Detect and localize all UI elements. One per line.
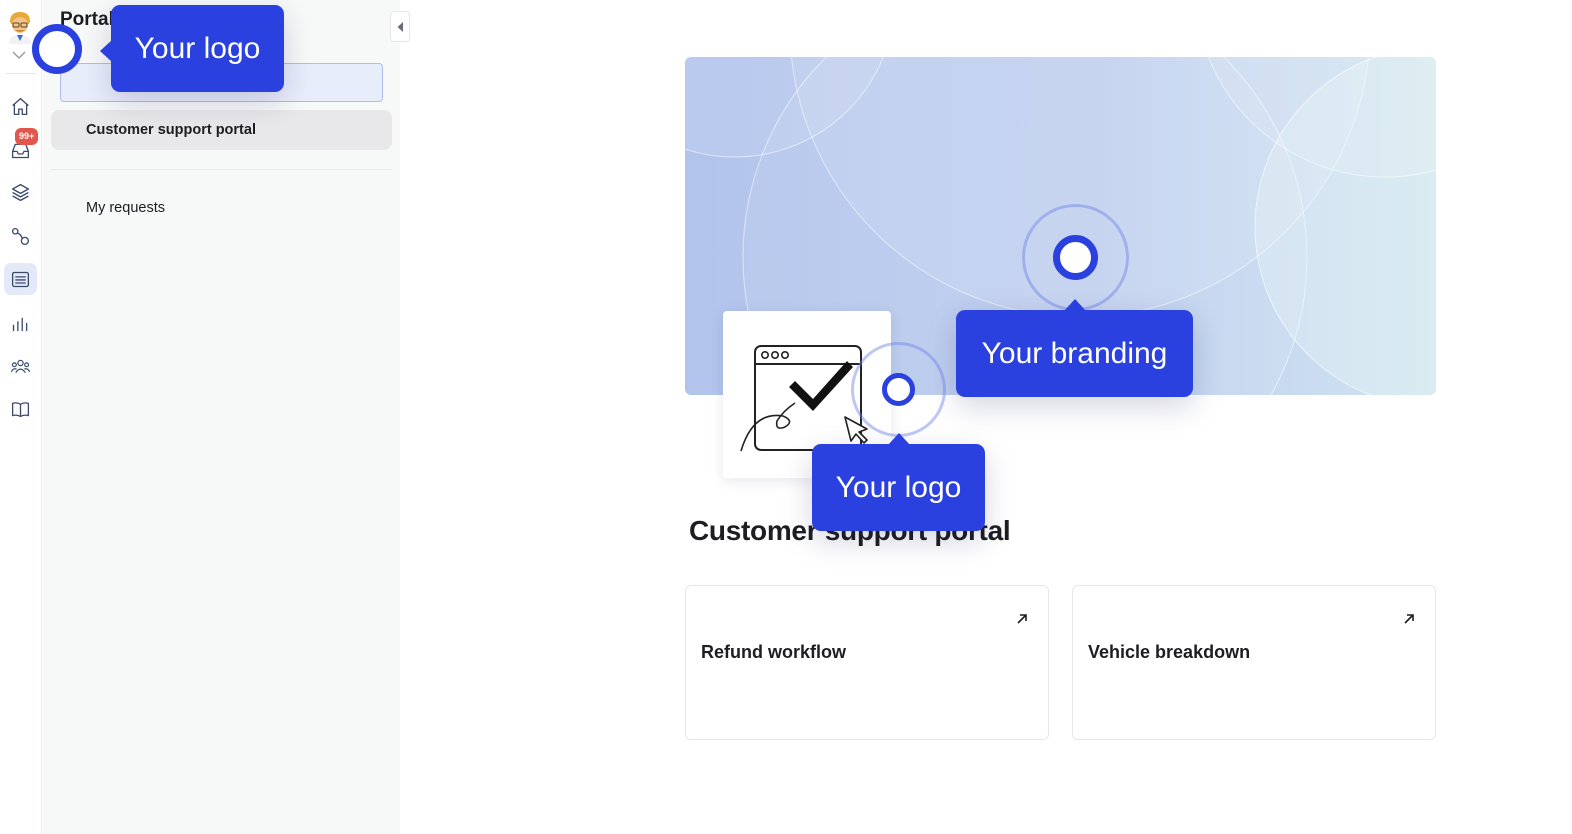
portal-panel: Portal Customer support portal My reques… xyxy=(43,0,400,834)
onboarding-tooltip-logo[interactable]: Your logo xyxy=(100,5,284,92)
home-icon xyxy=(12,97,29,115)
arrow-up-right-icon xyxy=(1017,614,1027,624)
card-title: Refund workflow xyxy=(701,642,846,662)
panel-item-label: Customer support portal xyxy=(86,122,256,138)
rail-item-docs[interactable] xyxy=(4,393,37,425)
rail-item-team[interactable] xyxy=(4,350,37,382)
user-avatar[interactable] xyxy=(6,10,34,44)
onboarding-tooltip-branding[interactable]: Your branding xyxy=(956,299,1193,397)
card-title: Vehicle breakdown xyxy=(1088,642,1251,662)
chart-icon xyxy=(12,317,28,331)
branding-hotspot[interactable] xyxy=(1022,204,1129,311)
request-type-card[interactable]: Vehicle breakdown xyxy=(1072,585,1436,740)
rail-item-home[interactable] xyxy=(4,90,37,122)
rail-item-portal[interactable] xyxy=(4,263,37,295)
icon-rail: 99+ xyxy=(0,0,42,834)
rail-item-workflow[interactable] xyxy=(4,220,37,252)
panel-divider xyxy=(51,169,392,170)
panel-item-my-requests[interactable]: My requests xyxy=(86,200,165,216)
onboarding-tooltip-logo-bottom[interactable]: Your logo xyxy=(812,433,985,531)
collapse-panel-button[interactable] xyxy=(390,11,410,42)
caret-left-icon xyxy=(397,21,403,32)
chevron-down-icon[interactable] xyxy=(11,50,27,60)
workflow-icon xyxy=(11,227,30,245)
panel-item-customer-support-portal[interactable]: Customer support portal xyxy=(51,110,392,150)
layers-icon xyxy=(11,183,30,201)
arrow-up-right-icon xyxy=(1404,614,1414,624)
logo-hotspot-bottom[interactable] xyxy=(851,342,946,437)
request-type-card[interactable]: Refund workflow xyxy=(685,585,1049,740)
book-icon xyxy=(11,401,30,417)
notification-badge: 99+ xyxy=(15,128,39,145)
portal-icon xyxy=(11,271,30,287)
rail-item-layers[interactable] xyxy=(4,176,37,208)
rail-item-analytics[interactable] xyxy=(4,307,37,339)
team-icon xyxy=(10,359,31,373)
rail-divider xyxy=(6,73,36,74)
logo-hotspot-top[interactable] xyxy=(32,24,82,74)
